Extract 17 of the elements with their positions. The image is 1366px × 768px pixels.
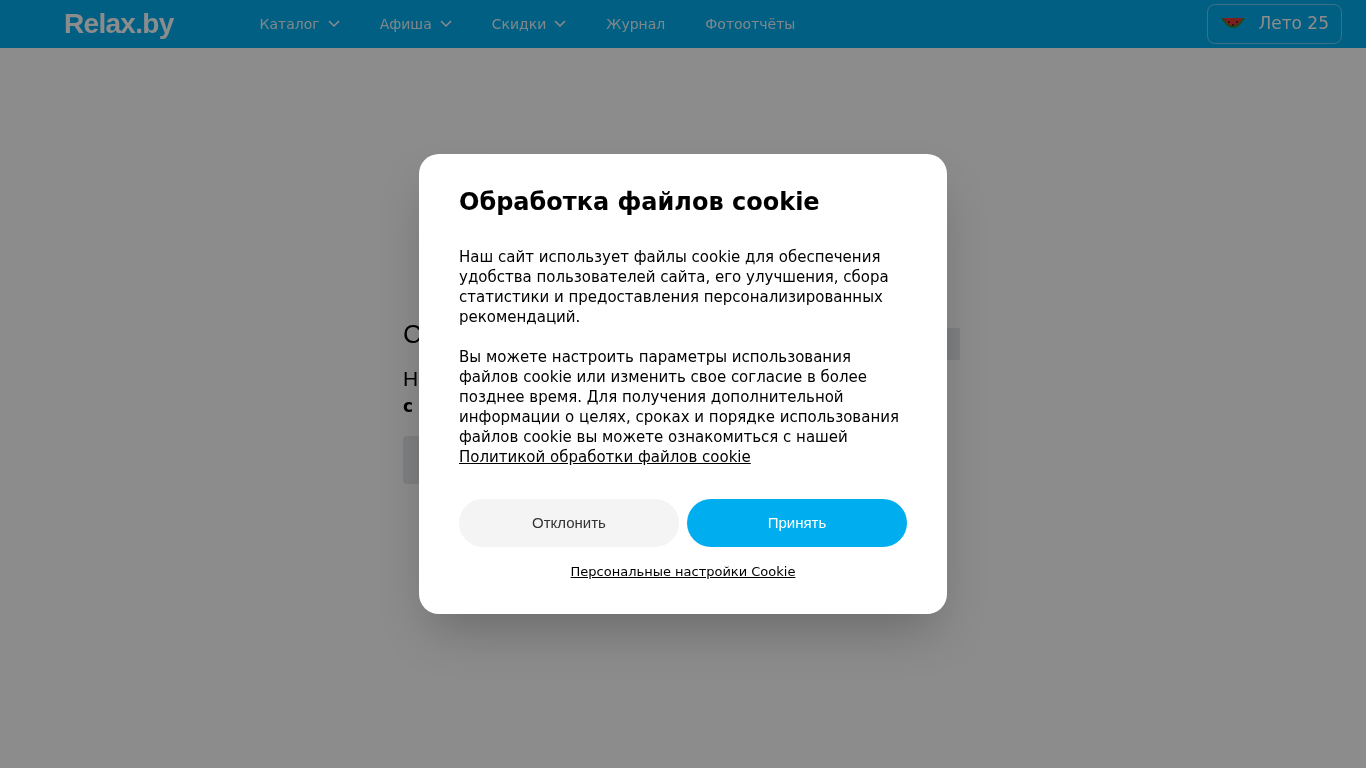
dialog-title: Обработка файлов cookie (459, 187, 821, 217)
promo-button[interactable]: Лето 25 (1207, 4, 1342, 44)
page-text: с (403, 395, 414, 418)
accept-button[interactable]: Принять (687, 499, 907, 547)
logo[interactable]: Relax.by (64, 10, 174, 38)
nav-item[interactable]: Фотоотчёты (687, 13, 814, 35)
policy-link[interactable]: Политикой обработки файлов cookie (459, 448, 751, 466)
nav-item[interactable]: Каталог (241, 13, 358, 35)
personal-settings-link[interactable]: Персональные настройки Cookie (570, 562, 796, 582)
page-subheading: Н (403, 365, 419, 392)
nav-item[interactable]: Афиша (361, 13, 470, 35)
decline-button[interactable]: Отклонить (459, 499, 679, 547)
nav-item[interactable]: Скидки (473, 13, 585, 35)
dialog-paragraph: Вы можете настроить параметры использования файлов cookie или изменить свое согласие в более позднее время. Для получения дополнительной информации о целях, сроках и порядке использования файлов cookie вы можете ознакомиться с нашей Политикой обработки файлов cookie (459, 347, 900, 467)
page-button[interactable] (403, 435, 419, 484)
dialog-paragraph: Наш сайт использует файлы cookie для обеспечения удобства пользователей сайта, его улучшения, сбора статистики и предоставления персонализированных рекомендаций. (459, 247, 890, 327)
nav-item[interactable]: Журнал (588, 13, 684, 35)
